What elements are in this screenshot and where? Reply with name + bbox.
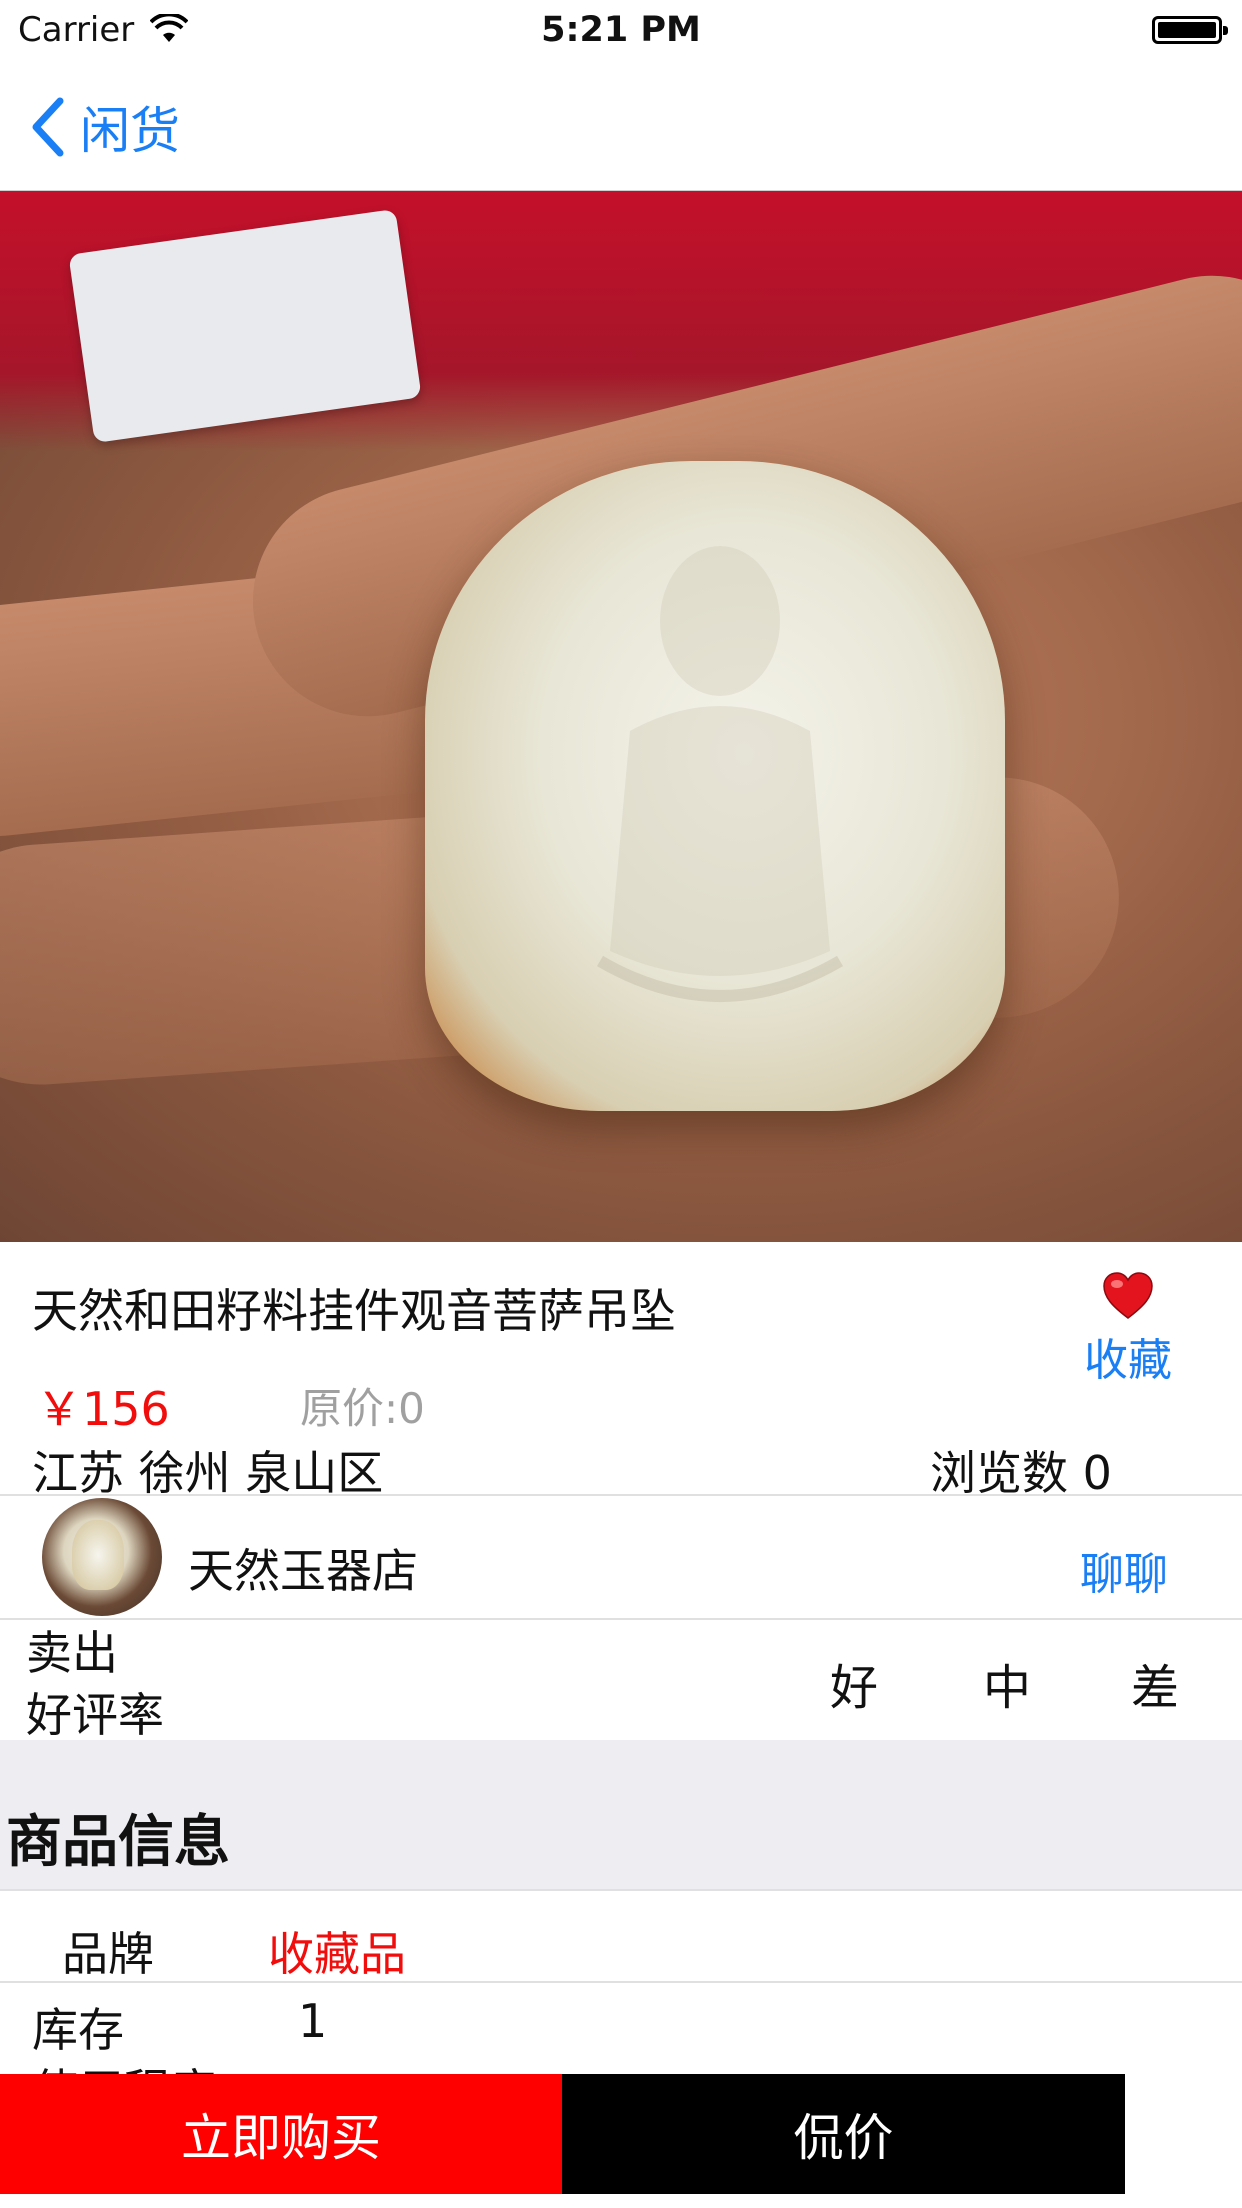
seller-stats: 卖出 好评率 — [26, 1622, 164, 1746]
favorite-label: 收藏 — [1084, 1335, 1172, 1386]
brand-value: 收藏品 — [268, 1927, 406, 1981]
rating-mid: 中 — [983, 1660, 1032, 1716]
shop-name[interactable]: 天然玉器店 — [188, 1535, 418, 1601]
navigation-bar: 闲货 — [0, 60, 1242, 191]
divider — [0, 1618, 1242, 1620]
divider — [0, 1889, 1242, 1891]
chat-button[interactable]: 聊聊 — [1080, 1538, 1168, 1602]
stock-value: 1 — [298, 1994, 328, 2048]
buy-now-button[interactable]: 立即购买 — [0, 2074, 562, 2194]
brand-label: 品牌 — [62, 1927, 154, 1981]
back-chevron-icon — [32, 97, 64, 157]
product-price: ￥156 — [36, 1382, 170, 1436]
back-button[interactable]: 闲货 — [30, 92, 180, 162]
heart-icon — [1103, 1272, 1153, 1319]
rating-label: 好评率 — [26, 1688, 164, 1742]
rating-good: 好 — [830, 1660, 879, 1716]
divider — [0, 1981, 1242, 1983]
product-title: 天然和田籽料挂件观音菩萨吊坠 — [32, 1284, 676, 1338]
battery-icon — [1152, 16, 1228, 44]
product-image-carousel[interactable] — [0, 191, 1242, 1242]
original-price: 原价:0 — [300, 1384, 425, 1433]
divider — [0, 1494, 1242, 1496]
rating-bad: 差 — [1131, 1660, 1180, 1716]
shop-avatar[interactable] — [42, 1498, 162, 1616]
sold-label: 卖出 — [26, 1626, 118, 1680]
back-label: 闲货 — [80, 102, 180, 160]
stock-label: 库存 — [32, 2003, 124, 2057]
status-time: 5:21 PM — [541, 10, 701, 50]
guanyin-carving — [596, 546, 844, 1002]
favorite-button[interactable]: 收藏 — [1078, 1272, 1178, 1388]
status-bar: Carrier 5:21 PM — [0, 0, 1242, 60]
section-title: 商品信息 — [6, 1810, 230, 1875]
bargain-button[interactable]: 侃价 — [562, 2074, 1125, 2194]
